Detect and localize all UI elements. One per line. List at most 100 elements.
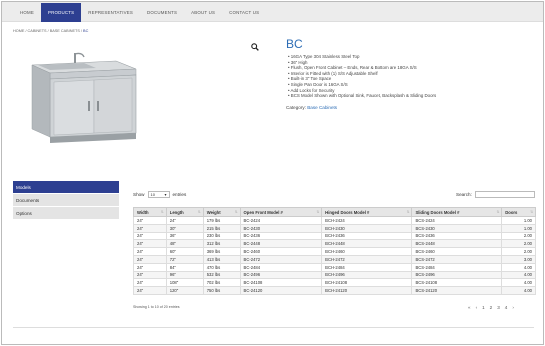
cell-width: 24": [133, 270, 167, 280]
column-header-weight[interactable]: Weight: [202, 207, 241, 217]
cell-sliding-doors-model: BCS-2430: [411, 223, 503, 233]
table-row: 24" 84" 470 lbs BC-2484 BCH-2484 BCS-2484 4.00: [133, 262, 536, 272]
cell-width: 24": [133, 286, 167, 295]
cell-length: 36": [165, 231, 204, 241]
table-row: 24" 24" 179 lbs BC-2424 BCH-2424 BCS-2424 1.00: [133, 216, 536, 225]
cell-sliding-doors-model: BCS-2472: [411, 254, 503, 264]
page-link-2[interactable]: 2: [490, 305, 493, 310]
product-category: Category: Base Cabinets: [286, 105, 337, 110]
column-header-hinged-doors-model[interactable]: Hinged Doors Model #: [321, 207, 413, 217]
cell-width: 24": [133, 223, 167, 233]
cell-hinged-doors-model: BCH-2430: [321, 223, 413, 233]
cell-doors: 1.00: [501, 223, 536, 233]
table-row: 24" 36" 230 lbs BC-2436 BCH-2436 BCS-2436 2.00: [133, 231, 536, 241]
cell-length: 108": [165, 278, 204, 288]
cell-length: 24": [165, 216, 204, 225]
cell-sliding-doors-model: BCS-2484: [411, 262, 503, 272]
cell-hinged-doors-model: BCH-24108: [321, 278, 413, 288]
pagination: « ‹ 1234 ›: [468, 305, 514, 310]
column-header-open-front-model[interactable]: Open Front Model #: [239, 207, 323, 217]
cell-weight: 702 lbs: [202, 278, 241, 288]
cell-doors: 2.00: [501, 231, 536, 241]
cell-sliding-doors-model: BCS-2436: [411, 231, 503, 241]
cell-hinged-doors-model: BCH-2472: [321, 254, 413, 264]
top-navbar: HOME PRODUCTS REPRESENTATIVES DOCUMENTS ABOU…: [2, 2, 543, 22]
entries-select[interactable]: 10: [147, 191, 170, 198]
cell-width: 24": [133, 231, 167, 241]
cell-weight: 312 lbs: [202, 239, 241, 249]
table-row: 24" 72" 413 lbs BC-2472 BCH-2472 BCS-2472 3.00: [133, 254, 536, 264]
nav-item-representatives[interactable]: REPRESENTATIVES: [81, 3, 140, 22]
cell-weight: 413 lbs: [202, 254, 241, 264]
category-label: Category:: [286, 105, 306, 110]
column-header-width[interactable]: Width: [133, 207, 167, 217]
cell-sliding-doors-model: BCS-2496: [411, 270, 503, 280]
product-title: BC: [286, 37, 303, 51]
page-link-3[interactable]: 3: [497, 305, 500, 310]
cell-open-front-model: BC-2484: [239, 262, 323, 272]
cell-open-front-model: BC-2448: [239, 239, 323, 249]
cell-doors: 4.00: [501, 278, 536, 288]
cell-weight: 369 lbs: [202, 247, 241, 256]
feature-item: BCS Model Shown with Optional Sink, Fauc…: [288, 93, 436, 99]
table-row: 24" 120" 750 lbs BC-24120 BCH-24120 BCS-24120…: [133, 286, 536, 295]
cell-doors: 2.00: [501, 247, 536, 256]
cell-sliding-doors-model: BCS-2424: [411, 216, 503, 225]
page-link-1[interactable]: 1: [482, 305, 485, 310]
page-link-4[interactable]: 4: [505, 305, 508, 310]
table-row: 24" 108" 702 lbs BC-24108 BCH-24108 BCS-24108…: [133, 278, 536, 288]
cell-doors: 2.00: [501, 239, 536, 249]
breadcrumb-trail[interactable]: HOME / CABINETS / BASE CABINETS /: [13, 29, 83, 33]
zoom-icon[interactable]: [251, 43, 259, 51]
cell-open-front-model: BC-2460: [239, 247, 323, 256]
cell-sliding-doors-model: BCS-2460: [411, 247, 503, 256]
cell-open-front-model: BC-24108: [239, 278, 323, 288]
search-label: Search:: [456, 192, 472, 197]
cell-hinged-doors-model: BCH-2484: [321, 262, 413, 272]
cell-sliding-doors-model: BCS-24120: [411, 286, 503, 295]
table-row: 24" 30" 215 lbs BC-2430 BCH-2430 BCS-2430 1.00: [133, 223, 536, 233]
entries-label: entries: [172, 192, 187, 197]
cell-length: 120": [165, 286, 204, 295]
page-links: 1234: [482, 305, 507, 310]
prev-page-button[interactable]: ‹: [476, 305, 478, 310]
cell-doors: 4.00: [501, 270, 536, 280]
cell-open-front-model: BC-2436: [239, 231, 323, 241]
column-header-length[interactable]: Length: [165, 207, 204, 217]
column-header-doors[interactable]: Doors: [501, 207, 536, 217]
nav-item-contact-us[interactable]: CONTACT US: [222, 3, 266, 22]
sidebar-item-documents[interactable]: Documents: [13, 194, 119, 207]
cell-hinged-doors-model: BCH-2460: [321, 247, 413, 256]
feature-list: 16GA Type 304 Stainless Steel Top36" Hig…: [288, 54, 437, 99]
cell-weight: 179 lbs: [202, 216, 241, 225]
table-row: 24" 96" 532 lbs BC-2496 BCH-2496 BCS-2496 4.00: [133, 270, 536, 280]
cell-length: 72": [165, 254, 204, 264]
category-link[interactable]: Base Cabinets: [307, 105, 337, 110]
nav-item-documents[interactable]: DOCUMENTS: [140, 3, 184, 22]
table-row: 24" 60" 369 lbs BC-2460 BCH-2460 BCS-2460 2.00: [133, 247, 536, 256]
cell-hinged-doors-model: BCH-2424: [321, 216, 413, 225]
nav-item-home[interactable]: HOME: [13, 3, 41, 22]
cell-hinged-doors-model: BCH-2436: [321, 231, 413, 241]
cell-length: 60": [165, 247, 204, 256]
search-input[interactable]: [474, 191, 535, 198]
column-header-sliding-doors-model[interactable]: Sliding Doors Model #: [411, 207, 503, 217]
page-frame: HOME PRODUCTS REPRESENTATIVES DOCUMENTS ABOU…: [1, 1, 544, 345]
cell-hinged-doors-model: BCH-2448: [321, 239, 413, 249]
next-page-button[interactable]: ›: [512, 305, 514, 310]
cell-open-front-model: BC-2496: [239, 270, 323, 280]
first-page-button[interactable]: «: [468, 305, 471, 310]
nav-item-about-us[interactable]: ABOUT US: [184, 3, 222, 22]
cell-length: 96": [165, 270, 204, 280]
sidebar-item-options[interactable]: Options: [13, 207, 119, 220]
cell-width: 24": [133, 247, 167, 256]
sidebar-item-models[interactable]: Models: [13, 181, 119, 194]
cell-hinged-doors-model: BCH-24120: [321, 286, 413, 295]
nav-item-products[interactable]: PRODUCTS: [40, 3, 82, 22]
cell-doors: 1.00: [501, 216, 536, 225]
cell-length: 84": [165, 262, 204, 272]
footer-divider: [13, 327, 534, 328]
cell-width: 24": [133, 239, 167, 249]
cell-sliding-doors-model: BCS-2448: [411, 239, 503, 249]
table-row: 24" 48" 312 lbs BC-2448 BCH-2448 BCS-2448 2.00: [133, 239, 536, 249]
